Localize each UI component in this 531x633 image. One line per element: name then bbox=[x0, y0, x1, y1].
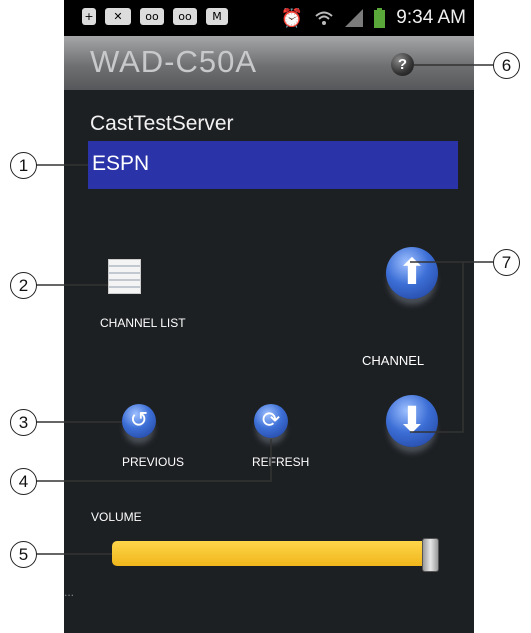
callout-1: 1 bbox=[10, 152, 37, 179]
callout-6: 6 bbox=[493, 52, 520, 79]
callout-3: 3 bbox=[10, 409, 37, 436]
callout-2: 2 bbox=[10, 272, 37, 299]
callout-5: 5 bbox=[10, 541, 37, 568]
callout-4: 4 bbox=[10, 468, 37, 495]
callout-7: 7 bbox=[493, 249, 520, 276]
callout-lines bbox=[36, 64, 493, 555]
